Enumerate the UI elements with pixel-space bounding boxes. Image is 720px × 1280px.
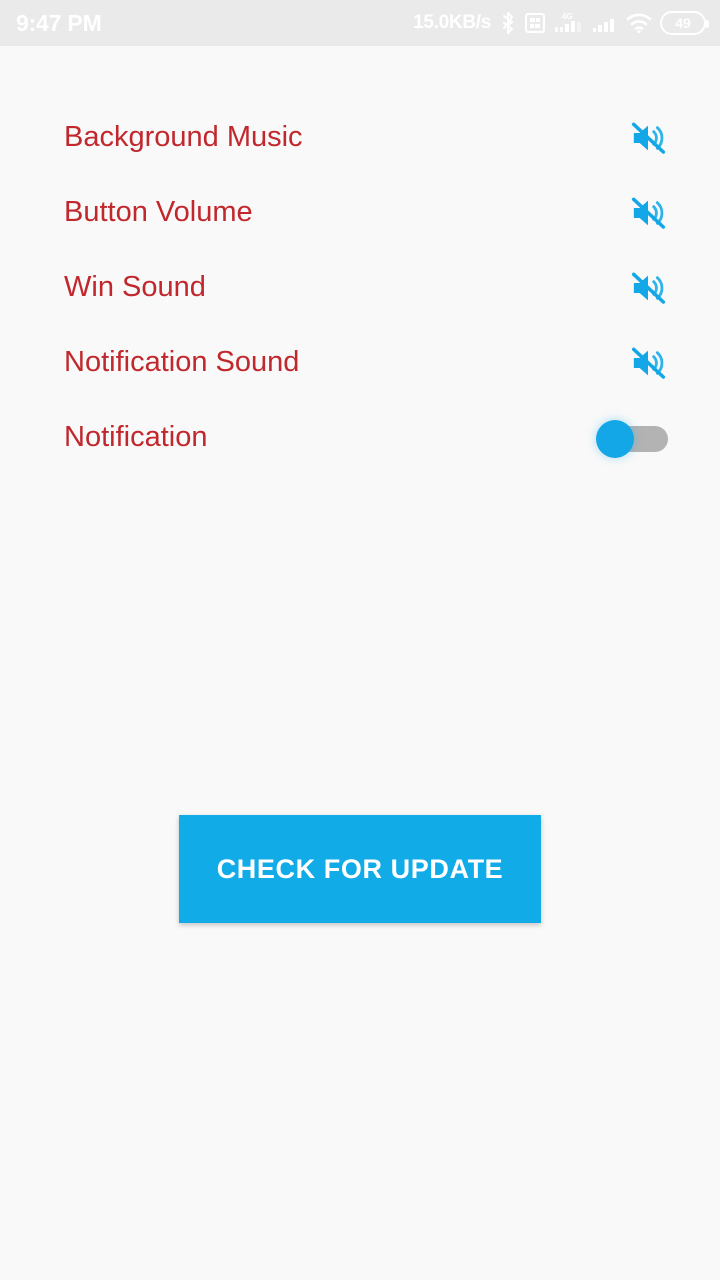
signal-bars-icon [592,11,618,35]
status-bar-clock: 9:47 PM [16,9,102,36]
signal-4g-icon: 4G [554,11,584,35]
toggle-thumb [596,419,634,458]
volume-off-icon-background-music[interactable] [628,118,668,158]
bluetooth-icon [500,11,516,35]
wifi-icon [626,12,652,34]
battery-icon: 49 [660,11,709,35]
volume-off-icon-button-volume[interactable] [628,193,668,233]
setting-row-background-music[interactable]: Background Music [0,100,720,175]
setting-row-button-volume[interactable]: Button Volume [0,175,720,250]
svg-text:4G: 4G [562,12,573,21]
check-for-update-button[interactable]: CHECK FOR UPDATE [179,815,541,923]
network-speed-indicator: 15.0KB/s [413,12,491,33]
volume-off-icon-notification-sound[interactable] [628,343,668,383]
settings-list: Background Music Button Volume Win Sound [0,100,720,475]
status-bar: 9:47 PM 15.0KB/s 4G 49 [0,0,720,46]
volume-off-icon-win-sound[interactable] [628,268,668,308]
setting-row-notification-sound[interactable]: Notification Sound [0,325,720,400]
notification-toggle-switch[interactable] [596,419,668,458]
setting-row-win-sound[interactable]: Win Sound [0,250,720,325]
battery-level-text: 49 [675,15,691,31]
setting-label-win-sound: Win Sound [64,271,206,303]
sim-card-icon [524,12,546,34]
status-bar-indicators: 15.0KB/s 4G 49 [413,11,709,35]
setting-label-notification: Notification [64,421,208,453]
setting-label-background-music: Background Music [64,121,303,153]
setting-label-button-volume: Button Volume [64,196,253,228]
setting-label-notification-sound: Notification Sound [64,346,300,378]
update-button-container: CHECK FOR UPDATE [0,815,720,923]
setting-row-notification[interactable]: Notification [0,400,720,475]
